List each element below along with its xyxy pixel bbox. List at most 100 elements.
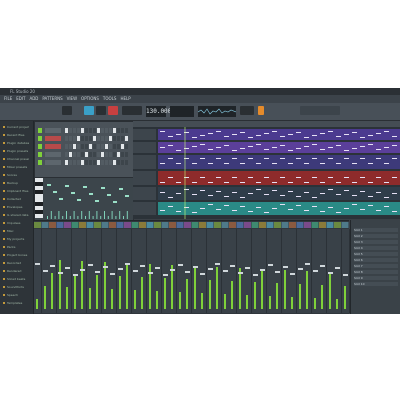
- volume-fader[interactable]: [170, 269, 175, 271]
- volume-fader[interactable]: [207, 268, 213, 270]
- insert-slot[interactable]: Slot 9: [354, 276, 398, 280]
- browser-item[interactable]: Envelopes: [3, 205, 29, 209]
- volume-fader[interactable]: [155, 267, 160, 269]
- insert-slot[interactable]: Slot 1: [354, 228, 398, 232]
- insert-slot[interactable]: Slot 10: [354, 282, 398, 286]
- browser-item[interactable]: Plugin presets: [3, 149, 29, 153]
- volume-fader[interactable]: [267, 264, 273, 266]
- volume-fader[interactable]: [215, 263, 220, 265]
- volume-fader[interactable]: [282, 266, 288, 268]
- clip-note: [240, 132, 245, 133]
- browser-item[interactable]: Current project: [3, 125, 29, 129]
- browser-item[interactable]: Scores: [3, 173, 29, 177]
- volume-fader[interactable]: [245, 267, 250, 269]
- volume-fader[interactable]: [42, 270, 48, 272]
- volume-fader[interactable]: [50, 265, 55, 267]
- browser-item[interactable]: Speech: [3, 293, 29, 297]
- menu-item-view[interactable]: VIEW: [67, 96, 77, 101]
- volume-fader[interactable]: [260, 269, 265, 271]
- volume-fader[interactable]: [222, 270, 228, 272]
- volume-fader[interactable]: [312, 270, 318, 272]
- volume-fader[interactable]: [185, 271, 190, 273]
- menu-item-file[interactable]: FILE: [4, 96, 12, 101]
- volume-fader[interactable]: [35, 263, 40, 265]
- view-buttons[interactable]: [300, 106, 340, 115]
- volume-fader[interactable]: [335, 267, 340, 269]
- volume-fader[interactable]: [275, 271, 280, 273]
- volume-fader[interactable]: [237, 272, 243, 274]
- volume-fader[interactable]: [230, 265, 235, 267]
- mixer-strip[interactable]: [341, 229, 350, 313]
- toolbar-orange-indicator[interactable]: [258, 106, 264, 115]
- insert-slot[interactable]: Slot 6: [354, 258, 398, 262]
- browser-item[interactable]: Project bones: [3, 253, 29, 257]
- menu-item-tools[interactable]: TOOLS: [103, 96, 117, 101]
- pattern-selector[interactable]: [122, 106, 142, 115]
- volume-fader[interactable]: [140, 265, 145, 267]
- browser-item[interactable]: Clipboard files: [3, 189, 29, 193]
- volume-fader[interactable]: [65, 267, 70, 269]
- insert-slot[interactable]: Slot 5: [354, 252, 398, 256]
- volume-fader[interactable]: [192, 266, 198, 268]
- volume-fader[interactable]: [147, 272, 153, 274]
- browser-item[interactable]: Mixer presets: [3, 165, 29, 169]
- browser-item[interactable]: Soundfonts: [3, 285, 29, 289]
- browser-item[interactable]: Recorded: [3, 261, 29, 265]
- insert-slot[interactable]: Slot 4: [354, 246, 398, 250]
- browser-item[interactable]: Channel presets: [3, 157, 29, 161]
- browser-item[interactable]: Collected: [3, 197, 29, 201]
- browser-item[interactable]: Plugin database: [3, 141, 29, 145]
- clip-note: [328, 177, 333, 178]
- menu-item-add[interactable]: ADD: [29, 96, 38, 101]
- volume-fader[interactable]: [305, 263, 310, 265]
- clip-note: [208, 195, 213, 196]
- browser-item[interactable]: IL shared data: [3, 213, 29, 217]
- volume-fader[interactable]: [297, 268, 303, 270]
- volume-fader[interactable]: [117, 268, 123, 270]
- browser-item[interactable]: Sliced beats: [3, 277, 29, 281]
- volume-fader[interactable]: [110, 273, 115, 275]
- channel-rack-steps: [38, 128, 128, 165]
- menu-item-patterns[interactable]: PATTERNS: [42, 96, 62, 101]
- stop-button[interactable]: [96, 106, 106, 115]
- volume-fader[interactable]: [57, 272, 63, 274]
- volume-fader[interactable]: [95, 271, 100, 273]
- volume-fader[interactable]: [72, 274, 78, 276]
- volume-fader[interactable]: [87, 264, 93, 266]
- menu-item-help[interactable]: HELP: [120, 96, 130, 101]
- volume-fader[interactable]: [327, 272, 333, 274]
- clip-note: [384, 147, 389, 148]
- insert-slot[interactable]: Slot 8: [354, 270, 398, 274]
- volume-fader[interactable]: [200, 273, 205, 275]
- volume-fader[interactable]: [80, 269, 85, 271]
- menu-item-edit[interactable]: EDIT: [16, 96, 25, 101]
- volume-fader[interactable]: [102, 266, 108, 268]
- browser-item[interactable]: Impulses: [3, 221, 29, 225]
- volume-fader[interactable]: [132, 270, 138, 272]
- level-meter: [43, 286, 46, 309]
- browser-item[interactable]: Recent files: [3, 133, 29, 137]
- browser-item[interactable]: Rendered: [3, 269, 29, 273]
- browser-item[interactable]: Backup: [3, 181, 29, 185]
- pattern-song-toggle[interactable]: [62, 106, 72, 115]
- volume-fader[interactable]: [290, 273, 295, 275]
- browser-item[interactable]: Templates: [3, 301, 29, 305]
- play-button[interactable]: [84, 106, 94, 115]
- insert-slot[interactable]: Slot 3: [354, 240, 398, 244]
- volume-fader[interactable]: [342, 274, 348, 276]
- menu-item-options[interactable]: OPTIONS: [81, 96, 99, 101]
- browser-item[interactable]: My projects: [3, 237, 29, 241]
- folder-icon: [3, 174, 5, 176]
- volume-fader[interactable]: [252, 274, 258, 276]
- volume-fader[interactable]: [177, 264, 183, 266]
- volume-fader[interactable]: [320, 265, 325, 267]
- browser-item[interactable]: Misc: [3, 229, 29, 233]
- insert-slot[interactable]: Slot 7: [354, 264, 398, 268]
- browser-item[interactable]: Packs: [3, 245, 29, 249]
- insert-slot[interactable]: Slot 2: [354, 234, 398, 238]
- tempo-display[interactable]: 130.000: [146, 106, 171, 117]
- snap-selector[interactable]: [240, 106, 254, 115]
- volume-fader[interactable]: [125, 263, 130, 265]
- volume-fader[interactable]: [162, 274, 168, 276]
- record-button[interactable]: [108, 106, 118, 115]
